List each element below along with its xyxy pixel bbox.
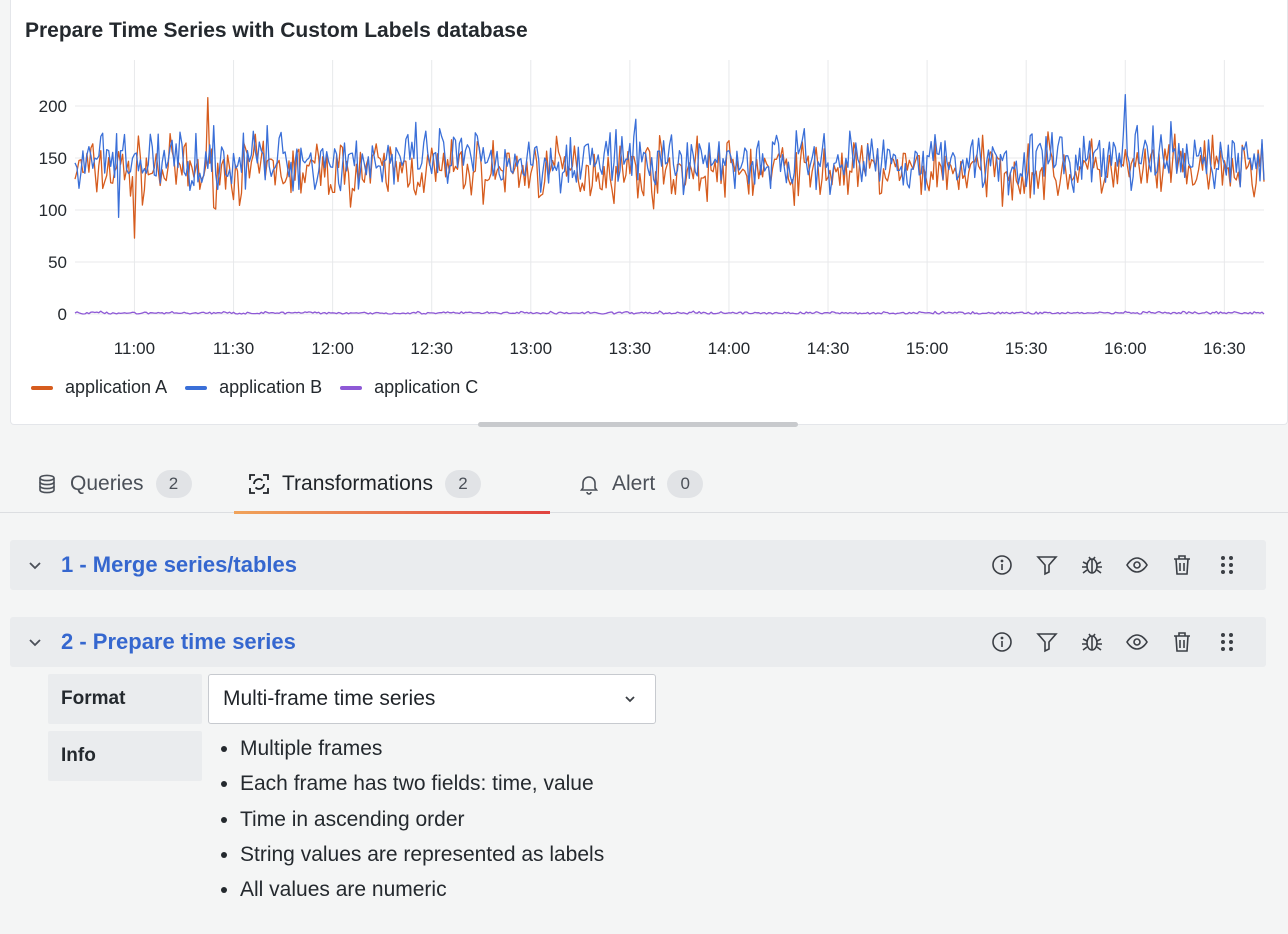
bell-icon: [578, 473, 600, 495]
x-tick-label: 15:00: [906, 339, 949, 358]
transformation-title[interactable]: 2 - Prepare time series: [61, 629, 296, 655]
tab-queries[interactable]: Queries 2: [22, 455, 234, 512]
eye-icon[interactable]: [1126, 554, 1148, 576]
x-tick-label: 13:30: [609, 339, 652, 358]
legend-item-application-c[interactable]: application C: [340, 377, 478, 398]
info-item: Each frame has two fields: time, value: [240, 772, 604, 807]
legend-label: application B: [219, 377, 323, 397]
y-tick-label: 200: [39, 97, 67, 116]
time-series-chart[interactable]: 0 50 100 150 200 11:00 11:30 12:00 12:30 13:00 13:…: [11, 0, 1288, 370]
info-item: All values are numeric: [240, 878, 604, 913]
tab-label: Transformations: [282, 471, 433, 495]
editor-tabs: Queries 2 Transformations 2 Alert 0: [0, 455, 1288, 514]
drag-icon[interactable]: [1216, 554, 1238, 576]
legend-item-application-a[interactable]: application A: [31, 377, 167, 398]
info-icon[interactable]: [991, 554, 1013, 576]
legend-swatch: [31, 385, 53, 390]
chart-panel: Prepare Time Series with Custom Labels d…: [10, 0, 1288, 425]
info-item: String values are represented as labels: [240, 843, 604, 878]
database-icon: [36, 473, 58, 495]
legend-swatch: [185, 385, 208, 390]
y-tick-label: 0: [58, 305, 67, 324]
info-icon[interactable]: [991, 631, 1013, 653]
transformation-actions: [991, 554, 1238, 576]
transformation-row-merge[interactable]: 1 - Merge series/tables: [10, 540, 1266, 590]
legend-label: application C: [374, 377, 479, 397]
x-tick-label: 13:00: [510, 339, 553, 358]
eye-icon[interactable]: [1126, 631, 1148, 653]
format-label: Format: [48, 674, 202, 724]
tab-transformations[interactable]: Transformations 2: [234, 455, 550, 514]
info-item: Multiple frames: [240, 737, 604, 772]
chart-legend: application A application B application …: [31, 377, 478, 398]
y-tick-label: 100: [39, 201, 67, 220]
transformation-row-prepare-time-series[interactable]: 2 - Prepare time series: [10, 617, 1266, 667]
filter-icon[interactable]: [1036, 554, 1058, 576]
x-tick-label: 12:30: [410, 339, 453, 358]
panel-resize-handle[interactable]: [478, 422, 798, 427]
tab-count-badge: 2: [155, 469, 192, 498]
trash-icon[interactable]: [1171, 631, 1193, 653]
x-tick-label: 11:00: [114, 339, 155, 358]
format-select[interactable]: Multi-frame time series: [208, 674, 656, 724]
tab-label: Alert: [612, 471, 656, 495]
x-tick-label: 16:00: [1104, 339, 1147, 358]
transform-icon: [248, 473, 270, 495]
trash-icon[interactable]: [1171, 554, 1193, 576]
x-tick-label: 14:00: [708, 339, 751, 358]
chevron-down-icon[interactable]: [24, 554, 46, 576]
x-tick-label: 14:30: [807, 339, 850, 358]
series-line-application-a: [74, 97, 1265, 239]
info-label: Info: [48, 731, 202, 781]
legend-swatch: [340, 385, 363, 390]
y-tick-label: 150: [39, 149, 67, 168]
tab-count-badge: 0: [667, 469, 704, 498]
legend-item-application-b[interactable]: application B: [185, 377, 322, 398]
drag-icon[interactable]: [1216, 631, 1238, 653]
tab-label: Queries: [70, 471, 144, 495]
legend-label: application A: [65, 377, 168, 397]
format-select-value: Multi-frame time series: [223, 687, 436, 710]
transformation-title[interactable]: 1 - Merge series/tables: [61, 552, 297, 578]
x-tick-label: 16:30: [1203, 339, 1246, 358]
debug-icon[interactable]: [1081, 631, 1103, 653]
x-tick-label: 12:00: [311, 339, 354, 358]
transformation-actions: [991, 631, 1238, 653]
tab-count-badge: 2: [444, 469, 481, 498]
chevron-down-icon: [625, 696, 635, 703]
info-item: Time in ascending order: [240, 808, 604, 843]
filter-icon[interactable]: [1036, 631, 1058, 653]
y-tick-label: 50: [48, 253, 67, 272]
x-tick-label: 15:30: [1005, 339, 1048, 358]
chevron-down-icon[interactable]: [24, 631, 46, 653]
info-list: Multiple frames Each frame has two field…: [240, 737, 604, 913]
tab-alert[interactable]: Alert 0: [564, 455, 744, 512]
x-tick-label: 11:30: [213, 339, 254, 358]
debug-icon[interactable]: [1081, 554, 1103, 576]
